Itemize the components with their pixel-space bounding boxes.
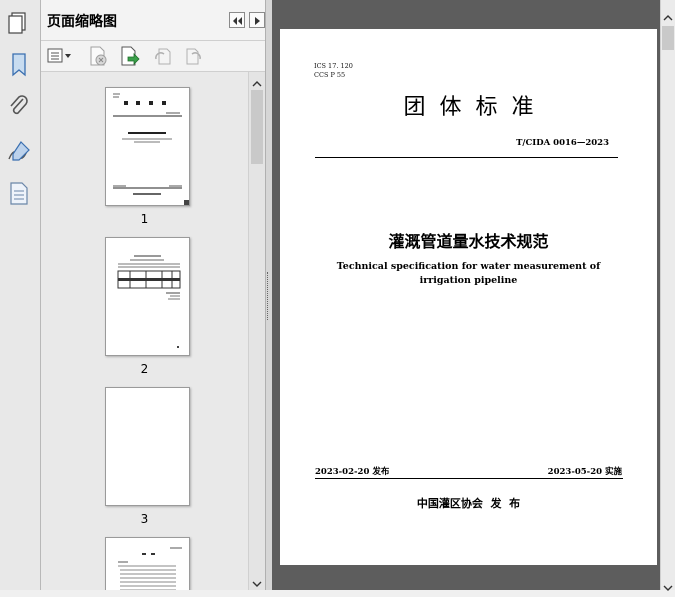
ics-code: ICS 17. 120: [314, 62, 353, 70]
title-english-line-2: irrigation pipeline: [419, 275, 518, 286]
header-rule: [315, 157, 618, 158]
attachments-icon[interactable]: [5, 93, 33, 121]
publisher: 中国灌区协会 发 布: [416, 497, 521, 510]
rotate-right-icon[interactable]: [183, 45, 205, 67]
splitter-grip[interactable]: [267, 272, 270, 320]
page-number-3: 3: [140, 512, 149, 526]
page-number-1: 1: [140, 212, 149, 226]
scrollbar-thumb[interactable]: [251, 90, 263, 164]
options-menu-button[interactable]: [47, 47, 73, 65]
title-english-line-1: Technical specification for water measur…: [336, 261, 601, 272]
navigation-pane-toolbar: [0, 0, 41, 590]
thumbnail-page-2[interactable]: [105, 237, 190, 356]
expand-panel-button[interactable]: [249, 12, 265, 28]
bookmarks-icon[interactable]: [5, 50, 33, 78]
doc-scroll-down-arrow-icon[interactable]: [662, 578, 674, 591]
doc-scroll-up-arrow-icon[interactable]: [662, 8, 674, 21]
implement-date: 2023-05-20 实施: [547, 467, 622, 477]
panel-title: 页面缩略图: [47, 14, 117, 30]
thumbnail-panel-header: 页面缩略图: [41, 0, 270, 41]
page-number-2: 2: [140, 362, 149, 376]
document-layers-icon[interactable]: [5, 179, 33, 207]
thumbnail-list: 1 2 3: [41, 72, 248, 590]
thumbnail-scrollbar[interactable]: [248, 72, 265, 590]
thumbnail-page-3[interactable]: [105, 387, 190, 506]
title-chinese: 灌溉管道量水技术规范: [388, 232, 549, 251]
header-title: 团 体 标 准: [403, 95, 534, 120]
ccs-code: CCS P 55: [314, 71, 346, 79]
collapse-panel-button[interactable]: [229, 12, 245, 28]
thumbnail-page-1[interactable]: [105, 87, 190, 206]
scroll-up-arrow-icon[interactable]: [251, 75, 263, 87]
delete-pages-icon[interactable]: [87, 45, 109, 67]
insert-pages-icon[interactable]: [119, 45, 141, 67]
signatures-icon[interactable]: [5, 137, 33, 165]
scroll-down-arrow-icon[interactable]: [251, 575, 263, 587]
page-thumbnails-icon[interactable]: [5, 8, 33, 36]
footer-rule: [315, 478, 623, 479]
rotate-left-icon[interactable]: [151, 45, 173, 67]
standard-number: T/CIDA 0016—2023: [516, 138, 609, 148]
thumbnail-page-4[interactable]: [105, 537, 190, 590]
document-scrollbar[interactable]: [660, 0, 675, 591]
thumbnail-panel-toolbar: [41, 41, 270, 72]
document-page: ICS 17. 120 CCS P 55 团 体 标 准 T/CIDA 0016…: [280, 29, 657, 565]
doc-scrollbar-thumb[interactable]: [662, 26, 674, 50]
release-date: 2023-02-20 发布: [315, 467, 390, 477]
